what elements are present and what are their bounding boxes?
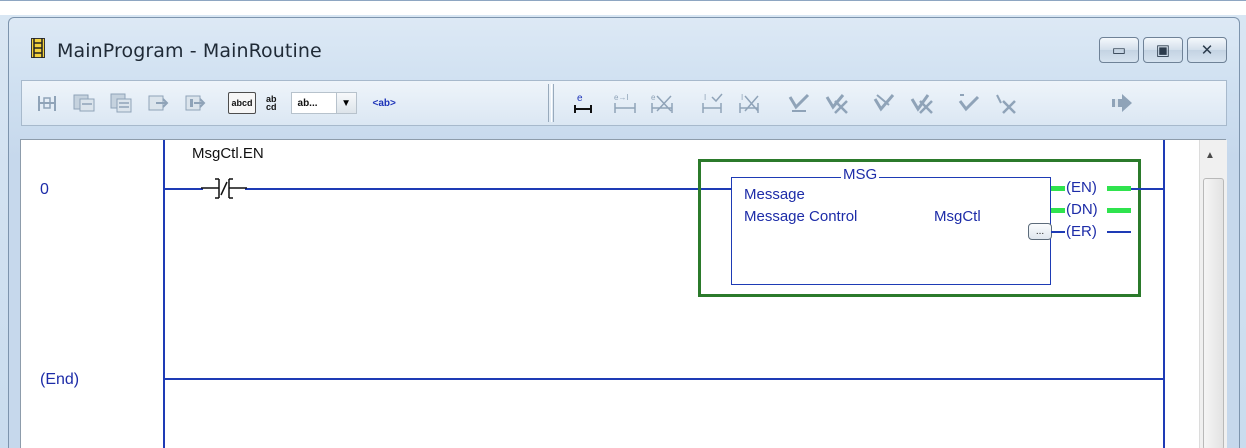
- assemble-rung-edits-icon[interactable]: I: [699, 90, 725, 116]
- finalize-edits-icon[interactable]: [871, 90, 897, 116]
- display-operand-descriptions-button[interactable]: ab cd: [266, 95, 277, 112]
- cancel-assembled-edits-icon[interactable]: I: [736, 90, 762, 116]
- accept-program-edits-check-icon[interactable]: [786, 90, 812, 116]
- cancel-pending-rung-edits-icon[interactable]: e: [649, 90, 675, 116]
- dn-active-wire: [1107, 208, 1131, 213]
- toolbar-separator: [548, 84, 552, 122]
- add-rung-icon[interactable]: [34, 90, 60, 116]
- svg-text:I: I: [741, 93, 743, 102]
- online-edit-toolbar-group: e e→I e I I: [570, 81, 1146, 125]
- rung-wire: [163, 188, 203, 190]
- untest-program-edits-icon[interactable]: [993, 90, 1019, 116]
- message-config-button[interactable]: ...: [1028, 223, 1052, 240]
- vertical-scrollbar[interactable]: ▲: [1199, 140, 1227, 448]
- start-pending-rung-edits-icon[interactable]: e: [570, 90, 596, 116]
- scroll-up-arrow-icon[interactable]: ▲: [1205, 150, 1215, 161]
- go-to-icon[interactable]: [1109, 90, 1135, 116]
- untest-edits-icon[interactable]: [182, 90, 208, 116]
- ladder-routine-icon: [31, 38, 45, 58]
- restore-icon: ▣: [1155, 42, 1171, 59]
- chevron-down-icon[interactable]: ▼: [335, 93, 356, 113]
- end-rung-label[interactable]: (End): [40, 371, 79, 389]
- cancel-finalize-icon[interactable]: [908, 90, 934, 116]
- msg-line-message: Message: [744, 186, 805, 203]
- dn-active-wire: [1051, 208, 1065, 213]
- right-power-rail: [1163, 140, 1165, 448]
- close-icon: ✕: [1200, 42, 1214, 59]
- test-program-edits-icon[interactable]: [956, 90, 982, 116]
- accept-program-edits-icon[interactable]: [108, 90, 134, 116]
- window-title: MainProgram - MainRoutine: [57, 40, 322, 62]
- msg-instruction-title: MSG: [841, 166, 880, 183]
- svg-text:e: e: [577, 93, 583, 104]
- minimize-icon: ▭: [1111, 42, 1127, 59]
- restore-button[interactable]: ▣: [1143, 37, 1183, 63]
- er-wire: [1051, 231, 1065, 233]
- title-bar[interactable]: MainProgram - MainRoutine ▭ ▣ ✕: [9, 18, 1239, 74]
- dn-output: (DN): [1065, 201, 1099, 218]
- close-button[interactable]: ✕: [1187, 37, 1227, 63]
- accept-rung-edits-icon[interactable]: [71, 90, 97, 116]
- svg-text:e: e: [651, 93, 656, 102]
- rslogix-window: MainProgram - MainRoutine ▭ ▣ ✕ abcd ab …: [0, 0, 1246, 448]
- description-display-dropdown[interactable]: ab... ▼: [290, 92, 357, 114]
- test-edits-icon[interactable]: [145, 90, 171, 116]
- toolbar-separator: [553, 84, 555, 122]
- svg-text:e→I: e→I: [614, 93, 629, 102]
- en-active-wire: [1107, 186, 1131, 191]
- window-controls: ▭ ▣ ✕: [1099, 37, 1227, 63]
- rung-wire: [1131, 188, 1163, 190]
- examine-if-open-contact[interactable]: [201, 178, 247, 200]
- er-output: (ER): [1065, 223, 1098, 240]
- rung-number[interactable]: 0: [40, 181, 49, 199]
- rung-wire: [245, 188, 731, 190]
- contact-tag-name[interactable]: MsgCtl.EN: [192, 145, 264, 162]
- message-control-tag[interactable]: MsgCtl: [934, 208, 981, 225]
- en-output: (EN): [1065, 179, 1098, 196]
- cancel-program-edits-icon[interactable]: [823, 90, 849, 116]
- ladder-toolbar: abcd ab cd ab... ▼ <ab> e e→I e I I: [21, 80, 1227, 126]
- edit-toolbar-group: abcd ab cd ab... ▼ <ab>: [34, 81, 396, 125]
- tag-view-button[interactable]: <ab>: [373, 98, 396, 109]
- er-wire: [1107, 231, 1131, 233]
- scrollbar-thumb[interactable]: [1203, 178, 1224, 448]
- minimize-button[interactable]: ▭: [1099, 37, 1139, 63]
- accept-pending-rung-edits-icon[interactable]: e→I: [612, 90, 638, 116]
- msg-line-message-control: Message Control: [744, 208, 858, 225]
- left-power-rail: [163, 140, 165, 448]
- en-active-wire: [1051, 186, 1065, 191]
- end-rung-wire: [163, 378, 1163, 380]
- svg-text:I: I: [704, 93, 706, 102]
- dropdown-value: ab...: [297, 97, 318, 109]
- ladder-editor[interactable]: 0 (End) MsgCtl.EN MSG Message Message Co…: [20, 139, 1227, 448]
- display-tag-descriptions-button[interactable]: abcd: [228, 92, 256, 114]
